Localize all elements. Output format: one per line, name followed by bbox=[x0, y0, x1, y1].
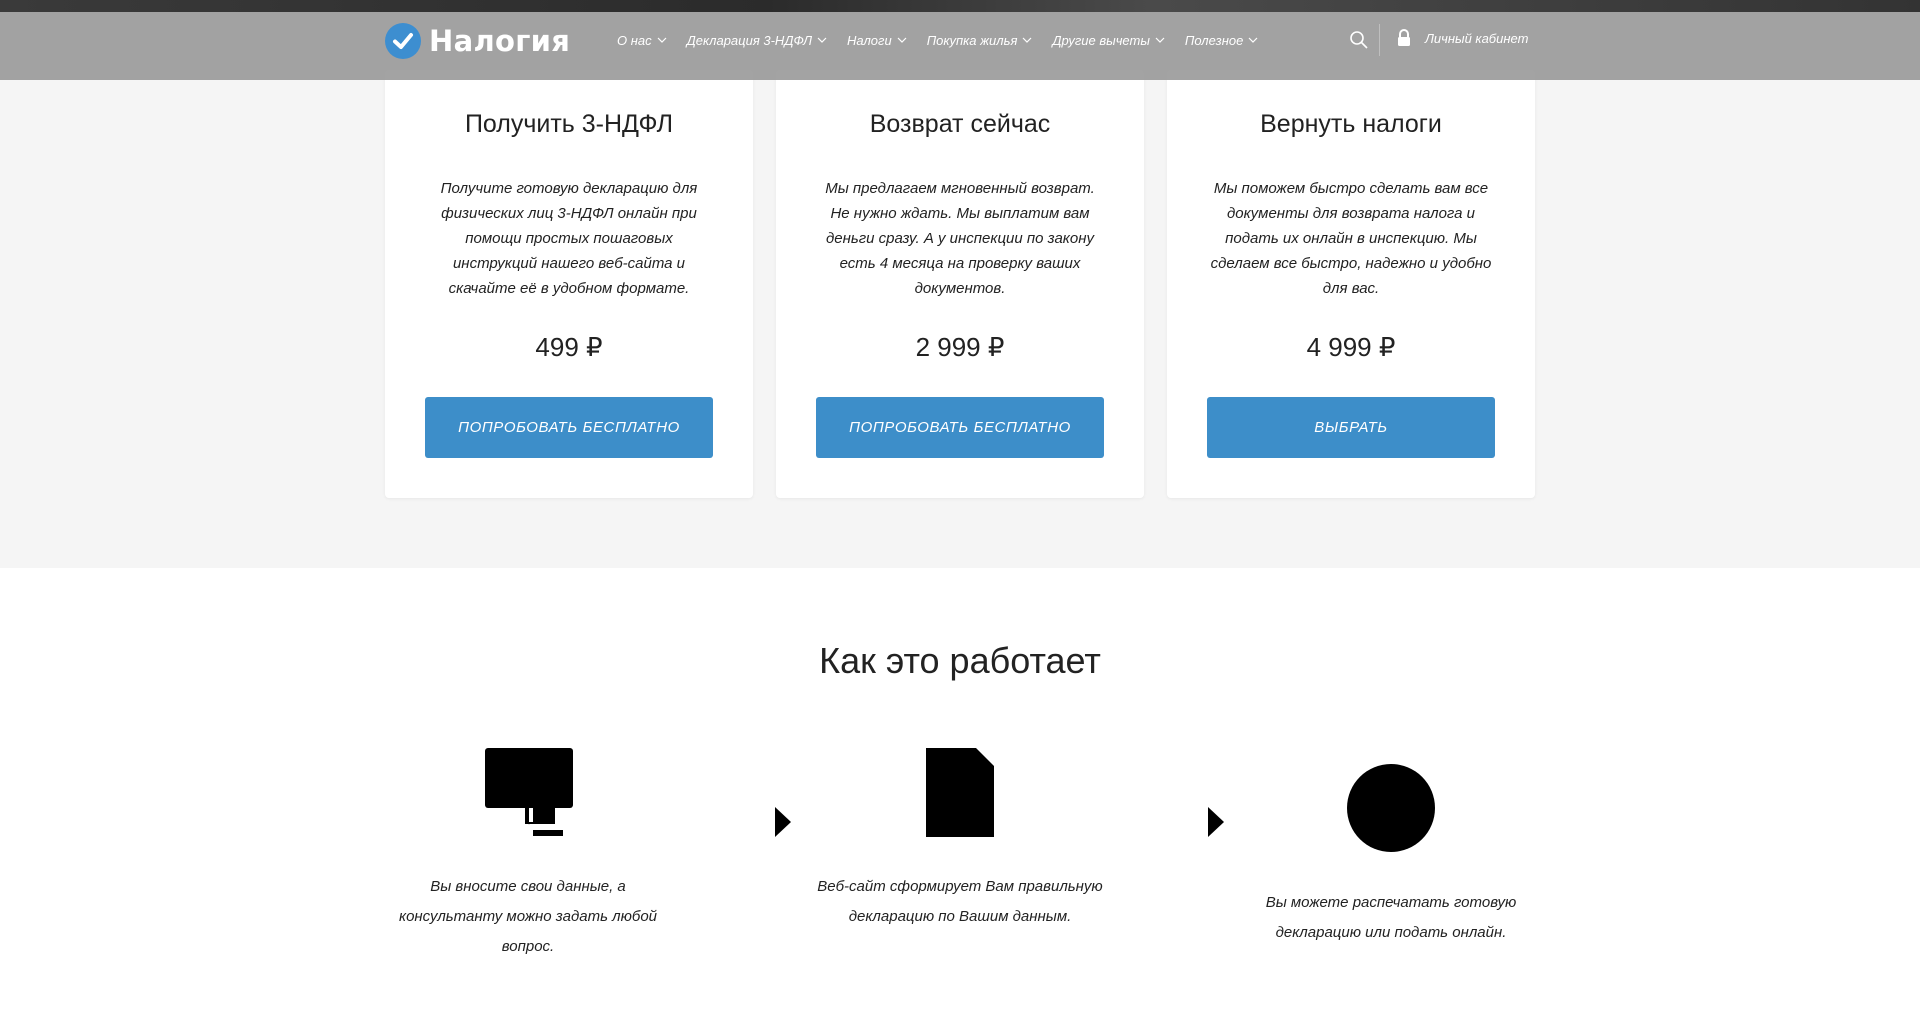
pricing-card: Вернуть налоги Мы поможем быстро сделать… bbox=[1167, 70, 1535, 498]
document-icon bbox=[926, 748, 994, 837]
chevron-down-icon bbox=[1248, 37, 1258, 43]
nav-item-label: О нас bbox=[617, 32, 652, 48]
try-free-button[interactable]: ПОПРОБОВАТЬ БЕСПЛАТНО bbox=[816, 397, 1104, 458]
step-text: Вы вносите свои данные, а консультанту м… bbox=[398, 878, 658, 955]
section-title: Как это работает bbox=[819, 640, 1101, 681]
arrow-right-icon bbox=[775, 807, 791, 837]
card-description: Мы поможем быстро сделать вам все докуме… bbox=[1210, 180, 1492, 297]
computer-icon bbox=[485, 748, 573, 836]
step-text: Веб-сайт сформирует Вам правильную декла… bbox=[817, 878, 1103, 925]
nav-item-useful[interactable]: Полезное bbox=[1185, 33, 1258, 48]
try-free-button[interactable]: ПОПРОБОВАТЬ БЕСПЛАТНО bbox=[425, 397, 713, 458]
nav-item-label: Другие вычеты bbox=[1052, 32, 1150, 48]
nav-item-label: Налоги bbox=[847, 32, 892, 48]
logo-text: Налогия bbox=[429, 24, 571, 58]
header-divider bbox=[1379, 24, 1380, 56]
card-title: Возврат сейчас bbox=[869, 110, 1051, 138]
hero-background-strip bbox=[0, 0, 1920, 12]
nav-item-about[interactable]: О нас bbox=[617, 33, 667, 48]
personal-cabinet-link[interactable]: Личный кабинет bbox=[1397, 29, 1528, 47]
main-nav: О нас Декларация 3-НДФЛ Налоги Покупка ж… bbox=[617, 12, 1278, 68]
card-price: 2 999 ₽ bbox=[915, 332, 1005, 362]
nav-item-label: Декларация 3-НДФЛ bbox=[686, 32, 812, 48]
chevron-down-icon bbox=[817, 37, 827, 43]
site-header: Налогия О нас Декларация 3-НДФЛ Налоги П… bbox=[0, 12, 1920, 80]
pricing-card: Получить 3-НДФЛ Получите готовую деклара… bbox=[385, 70, 753, 498]
step-text: Вы можете распечатать готовую декларацию… bbox=[1265, 894, 1517, 941]
card-title: Вернуть налоги bbox=[1260, 110, 1442, 138]
choose-button[interactable]: ВЫБРАТЬ bbox=[1207, 397, 1495, 458]
nav-item-declaration[interactable]: Декларация 3-НДФЛ bbox=[687, 33, 827, 48]
chevron-down-icon bbox=[897, 37, 907, 43]
card-description: Мы предлагаем мгновенный возврат. Не нуж… bbox=[825, 180, 1095, 297]
personal-cabinet-label: Личный кабинет bbox=[1425, 30, 1529, 46]
card-price: 4 999 ₽ bbox=[1306, 332, 1396, 362]
card-price: 499 ₽ bbox=[535, 332, 603, 362]
checkmark-icon bbox=[385, 23, 421, 59]
circle-icon bbox=[1347, 764, 1435, 852]
card-title: Получить 3-НДФЛ bbox=[464, 110, 674, 138]
nav-item-label: Полезное bbox=[1184, 32, 1244, 48]
nav-item-taxes[interactable]: Налоги bbox=[847, 33, 907, 48]
nav-item-other-deductions[interactable]: Другие вычеты bbox=[1052, 33, 1165, 48]
lock-icon bbox=[1398, 29, 1410, 46]
chevron-down-icon bbox=[1022, 37, 1032, 43]
chevron-down-icon bbox=[1155, 37, 1165, 43]
header-inner: Налогия О нас Декларация 3-НДФЛ Налоги П… bbox=[385, 12, 1535, 80]
search-icon[interactable] bbox=[1348, 29, 1370, 51]
arrow-right-icon bbox=[1208, 807, 1224, 837]
nav-item-label: Покупка жилья bbox=[926, 32, 1018, 48]
chevron-down-icon bbox=[657, 37, 667, 43]
nav-item-housing[interactable]: Покупка жилья bbox=[927, 33, 1033, 48]
logo[interactable]: Налогия bbox=[385, 22, 570, 60]
pricing-card: Возврат сейчас Мы предлагаем мгновенный … bbox=[776, 70, 1144, 498]
card-description: Получите готовую декларацию для физическ… bbox=[440, 180, 698, 297]
